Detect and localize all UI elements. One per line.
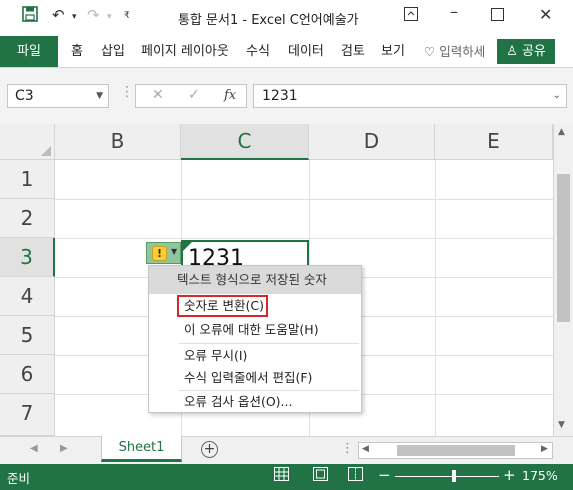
tab-data[interactable]: 데이터 — [288, 36, 324, 67]
tab-insert[interactable]: 삽입 — [101, 36, 125, 67]
share-button[interactable]: ♙ 공유 — [497, 39, 555, 64]
select-all-corner[interactable] — [0, 124, 55, 160]
vertical-scrollbar[interactable]: ▲ ▼ — [553, 124, 573, 436]
column-header-e[interactable]: E — [435, 124, 553, 160]
formula-bar: C3 ▼ ⋮ ✕ ✓ fx 1231 ⌄ — [0, 68, 573, 124]
share-label: 공유 — [521, 44, 546, 59]
window-title: 통합 문서1 - Excel C언어예술가 — [178, 13, 359, 28]
name-box-dropdown-icon[interactable]: ▼ — [96, 85, 103, 107]
lightbulb-icon: ♡ — [424, 44, 436, 59]
column-header-c[interactable]: C — [181, 124, 309, 160]
zoom-slider[interactable] — [395, 476, 499, 477]
tab-review[interactable]: 검토 — [341, 36, 365, 67]
add-sheet-icon[interactable]: + — [201, 441, 218, 458]
row-header-7[interactable]: 7 — [0, 394, 55, 436]
close-icon[interactable]: ✕ — [539, 5, 552, 24]
customize-toolbar-icon[interactable]: ₹ — [124, 11, 130, 21]
row-header-2[interactable]: 2 — [0, 199, 55, 238]
error-options-menu: 텍스트 형식으로 저장된 숫자 숫자로 변환(C) 이 오류에 대한 도움말(H… — [148, 265, 362, 413]
maximize-icon[interactable] — [491, 6, 504, 25]
status-bar: 준비 − + 175% — [0, 464, 573, 490]
column-header-d[interactable]: D — [309, 124, 435, 160]
formula-value: 1231 — [262, 88, 298, 104]
tab-view[interactable]: 보기 — [381, 36, 405, 67]
zoom-level[interactable]: 175% — [522, 468, 558, 483]
formula-buttons: ✕ ✓ fx — [135, 84, 247, 108]
menu-header: 텍스트 형식으로 저장된 숫자 — [149, 266, 361, 294]
formula-input[interactable]: 1231 ⌄ — [253, 84, 567, 108]
enter-icon[interactable]: ✓ — [188, 87, 200, 103]
name-box[interactable]: C3 ▼ — [7, 84, 109, 108]
row-header-6[interactable]: 6 — [0, 355, 55, 394]
cancel-icon[interactable]: ✕ — [152, 87, 164, 103]
error-checking-button[interactable]: ! ▼ — [146, 242, 181, 264]
prev-sheet-icon[interactable]: ◀ — [30, 443, 38, 454]
expand-formula-icon[interactable]: ⌄ — [553, 85, 561, 107]
normal-view-icon[interactable] — [274, 467, 289, 485]
zoom-slider-handle[interactable] — [452, 470, 456, 482]
horizontal-scrollbar[interactable]: ◀ ▶ — [358, 442, 553, 459]
page-layout-view-icon[interactable] — [313, 467, 328, 485]
column-header-b[interactable]: B — [55, 124, 181, 160]
scroll-down-icon[interactable]: ▼ — [558, 420, 565, 430]
chevron-down-icon: ▼ — [171, 247, 178, 256]
tell-me-search[interactable]: ♡ 입력하세 — [424, 36, 485, 67]
file-tab[interactable]: 파일 — [0, 36, 58, 67]
person-icon: ♙ — [506, 44, 518, 59]
zoom-out-button[interactable]: − — [378, 466, 391, 484]
tab-split-grip-icon[interactable]: ⋮ — [341, 441, 354, 456]
menu-item-help[interactable]: 이 오류에 대한 도움말(H) — [149, 318, 361, 342]
ribbon-display-icon[interactable] — [404, 6, 418, 25]
scroll-right-icon[interactable]: ▶ — [541, 444, 548, 454]
tab-page-layout[interactable]: 페이지 레이아웃 — [141, 36, 229, 67]
ribbon-tabs: 파일 홈 삽입 페이지 레이아웃 수식 데이터 검토 보기 ♡ 입력하세 ♙ 공… — [0, 36, 573, 68]
highlight-box — [177, 295, 268, 317]
menu-item-ignore-error[interactable]: 오류 무시(I) — [149, 344, 361, 368]
scroll-up-icon[interactable]: ▲ — [558, 127, 565, 137]
minimize-icon[interactable]: – — [450, 2, 458, 21]
tell-me-label: 입력하세 — [439, 44, 486, 59]
status-ready: 준비 — [7, 471, 31, 486]
gridline — [55, 199, 553, 200]
redo-icon[interactable]: ↷ — [87, 6, 100, 24]
row-header-1[interactable]: 1 — [0, 160, 55, 199]
horizontal-scroll-thumb[interactable] — [397, 445, 515, 456]
zoom-in-button[interactable]: + — [503, 466, 516, 484]
sheet-tabs-bar: ◀ ▶ Sheet1 + ⋮ ◀ ▶ — [0, 436, 573, 464]
tab-home[interactable]: 홈 — [71, 36, 83, 67]
tab-formulas[interactable]: 수식 — [246, 36, 270, 67]
row-header-4[interactable]: 4 — [0, 277, 55, 316]
next-sheet-icon[interactable]: ▶ — [60, 443, 68, 454]
formula-bar-grip-icon[interactable]: ⋮ — [120, 84, 134, 100]
name-box-value: C3 — [15, 88, 34, 104]
title-bar: ↶ ▾ ↷ ▾ ₹ 통합 문서1 - Excel C언어예술가 – ✕ — [0, 0, 573, 36]
row-header-5[interactable]: 5 — [0, 316, 55, 355]
save-icon[interactable] — [22, 6, 38, 26]
scroll-left-icon[interactable]: ◀ — [362, 444, 369, 454]
sheet-tab-sheet1[interactable]: Sheet1 — [101, 436, 182, 462]
insert-function-icon[interactable]: fx — [224, 88, 236, 103]
row-header-3[interactable]: 3 — [0, 238, 55, 277]
gridline — [55, 238, 553, 239]
page-break-view-icon[interactable] — [348, 467, 363, 485]
menu-item-error-checking-options[interactable]: 오류 검사 옵션(O)... — [149, 390, 361, 414]
undo-icon[interactable]: ↶ — [52, 6, 65, 24]
undo-dropdown-icon[interactable]: ▾ — [72, 12, 77, 22]
warning-icon: ! — [152, 246, 167, 261]
menu-item-edit-in-formula-bar[interactable]: 수식 입력줄에서 편집(F) — [149, 366, 361, 390]
redo-dropdown-icon[interactable]: ▾ — [107, 12, 112, 22]
vertical-scroll-thumb[interactable] — [557, 174, 570, 322]
